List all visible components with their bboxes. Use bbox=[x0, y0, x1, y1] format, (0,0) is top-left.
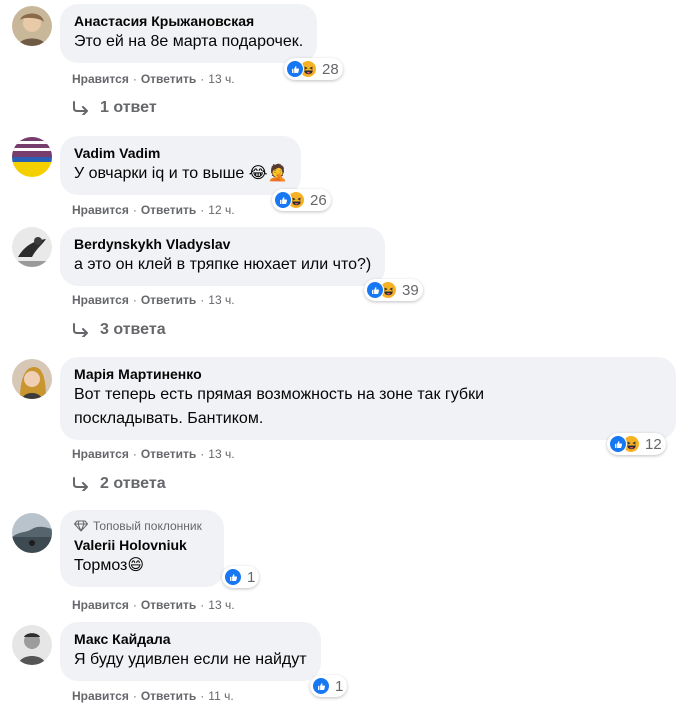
reaction-summary[interactable]: 12 bbox=[607, 433, 666, 455]
comment-text: Это ей на 8е марта подарочек. bbox=[74, 33, 304, 50]
comment-actions: Нравится · Ответить · 13 ч. bbox=[72, 293, 235, 307]
timestamp[interactable]: 12 ч. bbox=[208, 203, 234, 217]
avatar[interactable] bbox=[12, 359, 52, 399]
avatar[interactable] bbox=[12, 625, 52, 665]
reply-button[interactable]: Ответить bbox=[141, 447, 196, 461]
timestamp[interactable]: 13 ч. bbox=[208, 598, 234, 612]
comment-bubble: Berdynskykh Vladyslav а это он клей в тр… bbox=[60, 227, 386, 286]
view-replies-link[interactable]: 2 ответа bbox=[72, 475, 166, 493]
view-replies-link[interactable]: 3 ответа bbox=[72, 321, 166, 339]
comment-actions: Нравится · Ответить · 13 ч. bbox=[72, 598, 235, 612]
avatar[interactable] bbox=[12, 227, 52, 267]
comment-text: У овчарки iq и то выше 😂🤦 bbox=[74, 165, 288, 182]
comment-author[interactable]: Макс Кайдала bbox=[74, 630, 307, 648]
replies-count[interactable]: 1 ответ bbox=[100, 99, 157, 117]
avatar[interactable] bbox=[12, 137, 52, 177]
comment-author[interactable]: Berdynskykh Vladyslav bbox=[74, 235, 371, 253]
reply-button[interactable]: Ответить bbox=[141, 293, 196, 307]
like-icon bbox=[286, 60, 304, 78]
comment-actions: Нравится · Ответить · 12 ч. bbox=[72, 203, 235, 217]
replies-count[interactable]: 3 ответа bbox=[100, 321, 166, 339]
timestamp[interactable]: 13 ч. bbox=[208, 293, 234, 307]
reply-arrow-icon bbox=[72, 101, 90, 115]
comment-text: Тормоз😄 bbox=[74, 557, 145, 574]
avatar[interactable] bbox=[12, 6, 52, 46]
comment-text: Я буду удивлен если не найдут bbox=[74, 651, 307, 668]
reply-arrow-icon bbox=[72, 477, 90, 491]
badge-label: Топовый поклонник bbox=[93, 519, 202, 533]
like-button[interactable]: Нравится bbox=[72, 293, 129, 307]
reaction-summary[interactable]: 28 bbox=[284, 58, 343, 80]
comment-actions: Нравится · Ответить · 13 ч. bbox=[72, 447, 235, 461]
like-button[interactable]: Нравится bbox=[72, 689, 129, 703]
comment-bubble: Анастасия Крыжановская Это ей на 8е март… bbox=[60, 4, 318, 63]
reaction-count: 1 bbox=[247, 568, 256, 586]
comment-actions: Нравится · Ответить · 11 ч. bbox=[72, 689, 234, 703]
reaction-count: 26 bbox=[310, 191, 327, 209]
reply-button[interactable]: Ответить bbox=[141, 598, 196, 612]
like-icon bbox=[366, 281, 384, 299]
comment-author[interactable]: Марія Мартиненко bbox=[74, 365, 662, 383]
like-button[interactable]: Нравится bbox=[72, 598, 129, 612]
reaction-count: 28 bbox=[322, 60, 339, 78]
comment-bubble: Топовый поклонник Valerii Holovniuk Торм… bbox=[60, 510, 224, 587]
like-button[interactable]: Нравится bbox=[72, 203, 129, 217]
timestamp[interactable]: 11 ч. bbox=[208, 689, 233, 703]
reaction-count: 12 bbox=[645, 435, 662, 453]
reply-button[interactable]: Ответить bbox=[141, 72, 196, 86]
view-replies-link[interactable]: 1 ответ bbox=[72, 99, 157, 117]
comment-author[interactable]: Анастасия Крыжановская bbox=[74, 12, 303, 30]
replies-count[interactable]: 2 ответа bbox=[100, 475, 166, 493]
like-button[interactable]: Нравится bbox=[72, 447, 129, 461]
like-icon bbox=[312, 677, 330, 695]
like-icon bbox=[274, 191, 292, 209]
reaction-count: 39 bbox=[402, 281, 419, 299]
comment-bubble: Марія Мартиненко Вот теперь есть прямая … bbox=[60, 357, 676, 440]
reaction-count: 1 bbox=[335, 677, 344, 695]
timestamp[interactable]: 13 ч. bbox=[208, 72, 234, 86]
reply-button[interactable]: Ответить bbox=[141, 689, 196, 703]
like-icon bbox=[224, 568, 242, 586]
diamond-icon bbox=[74, 520, 88, 532]
reaction-summary[interactable]: 1 bbox=[222, 566, 260, 588]
comment-text-line-2: поскладывать. Бантиком. bbox=[74, 410, 264, 427]
comment-bubble: Vadim Vadim У овчарки iq и то выше 😂🤦 bbox=[60, 136, 302, 195]
reaction-summary[interactable]: 26 bbox=[272, 189, 331, 211]
like-icon bbox=[609, 435, 627, 453]
comment-author[interactable]: Vadim Vadim bbox=[74, 144, 287, 162]
like-button[interactable]: Нравится bbox=[72, 72, 129, 86]
comment-author[interactable]: Valerii Holovniuk bbox=[74, 536, 202, 554]
reply-button[interactable]: Ответить bbox=[141, 203, 196, 217]
comment-actions: Нравится · Ответить · 13 ч. bbox=[72, 72, 235, 86]
reaction-summary[interactable]: 39 bbox=[364, 279, 423, 301]
comment-text: а это он клей в тряпке нюхает или что?) bbox=[74, 256, 372, 273]
top-fan-badge: Топовый поклонник bbox=[74, 518, 202, 534]
reply-arrow-icon bbox=[72, 323, 90, 337]
timestamp[interactable]: 13 ч. bbox=[208, 447, 234, 461]
avatar[interactable] bbox=[12, 513, 52, 553]
comment-bubble: Макс Кайдала Я буду удивлен если не найд… bbox=[60, 622, 321, 681]
comment-text-line-1: Вот теперь есть прямая возможность на зо… bbox=[74, 386, 485, 403]
reaction-summary[interactable]: 1 bbox=[310, 675, 348, 697]
